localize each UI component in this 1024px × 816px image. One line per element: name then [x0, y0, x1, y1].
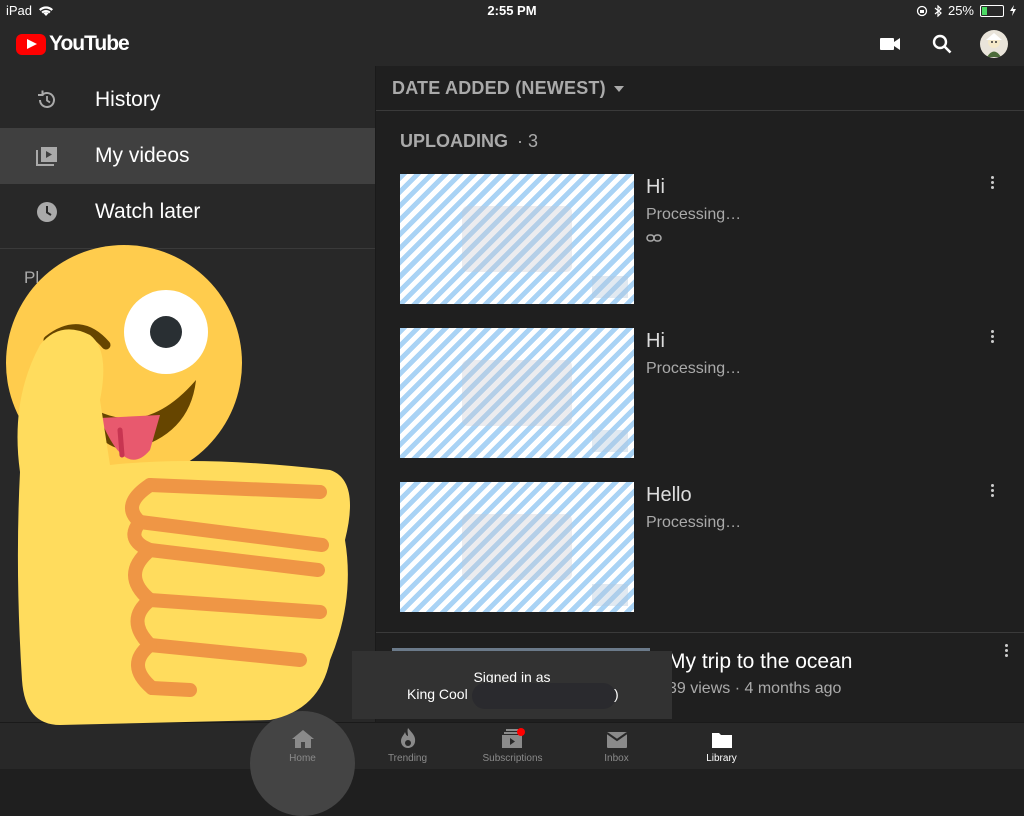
sidebar-item-watch-later[interactable]: Watch later	[0, 184, 375, 240]
sort-label: DATE ADDED (NEWEST)	[392, 78, 606, 98]
search-button[interactable]	[926, 28, 958, 60]
app-bar: YouTube	[0, 22, 1024, 66]
caret-down-icon	[613, 86, 624, 93]
my-videos-icon	[0, 146, 95, 166]
thumbs-up-emoji-sticker	[6, 245, 350, 725]
toast-paren-close: )	[614, 686, 619, 702]
toast-account-name: King Cool (	[407, 686, 477, 702]
video-meta: 39 views · 4 months ago	[668, 680, 842, 697]
tab-label: Subscriptions	[482, 753, 543, 764]
sidebar-item-history[interactable]: History	[0, 72, 375, 128]
video-status: Processing…	[646, 360, 742, 377]
tab-label: Home	[289, 753, 316, 764]
tab-trending[interactable]: Trending	[355, 723, 460, 769]
video-thumbnail[interactable]	[400, 328, 634, 458]
video-status: Processing…	[646, 514, 742, 531]
tab-label: Library	[706, 753, 737, 764]
account-button[interactable]	[978, 28, 1010, 60]
upload-video-button[interactable]	[874, 28, 906, 60]
charging-icon	[1010, 5, 1016, 16]
more-options-icon[interactable]	[984, 484, 1000, 504]
tab-inbox[interactable]: Inbox	[564, 723, 669, 769]
sidebar-item-my-videos[interactable]: My videos	[0, 128, 375, 184]
uploading-count: · 3	[517, 131, 539, 151]
sidebar-item-label: My videos	[95, 144, 190, 167]
library-icon	[711, 733, 732, 748]
search-icon	[932, 34, 952, 54]
section-divider	[376, 632, 1024, 633]
video-title: Hi	[646, 176, 665, 198]
tab-label: Trending	[387, 753, 428, 764]
tab-subscriptions[interactable]: Subscriptions	[460, 723, 565, 769]
video-camera-icon	[880, 38, 900, 50]
signed-in-toast: Signed in as King Cool ( )	[352, 651, 672, 719]
video-title[interactable]: My trip to the ocean	[668, 650, 852, 674]
sidebar-item-label: Watch later	[95, 200, 201, 223]
video-item[interactable]: Hello Processing…	[400, 482, 1010, 612]
video-item[interactable]: Hi Processing…	[400, 174, 1010, 304]
more-options-icon[interactable]	[984, 176, 1000, 196]
battery-percent: 25%	[947, 3, 974, 18]
sidebar-item-label: History	[95, 88, 161, 111]
video-thumbnail[interactable]	[400, 174, 634, 304]
lock-rotation-icon	[916, 5, 928, 16]
status-bar: iPad 2:55 PM 25%	[0, 0, 1024, 22]
more-options-icon[interactable]	[998, 644, 1014, 664]
redacted-email	[472, 683, 616, 709]
video-item[interactable]: Hi Processing…	[400, 328, 1010, 458]
history-icon	[0, 89, 95, 111]
uploading-label: UPLOADING	[400, 131, 508, 151]
uploading-heading: UPLOADING · 3	[400, 131, 538, 152]
battery-icon	[980, 4, 1004, 17]
subscriptions-icon	[501, 728, 525, 748]
video-title: Hello	[646, 484, 692, 506]
play-logo-icon	[16, 33, 46, 55]
bluetooth-icon	[934, 4, 942, 17]
clock-icon	[0, 201, 95, 223]
avatar-character-icon	[986, 33, 1002, 57]
logo-text: YouTube	[49, 32, 130, 55]
tab-label: Inbox	[604, 753, 629, 764]
status-time: 2:55 PM	[487, 3, 537, 18]
video-status: Processing…	[646, 206, 742, 223]
video-title: Hi	[646, 330, 665, 352]
trending-icon	[400, 728, 415, 748]
link-icon	[646, 230, 662, 248]
avatar	[980, 30, 1008, 58]
tab-library[interactable]: Library	[669, 723, 774, 769]
sort-dropdown[interactable]: DATE ADDED (NEWEST)	[392, 78, 624, 99]
inbox-icon	[605, 732, 628, 748]
home-icon	[291, 730, 314, 748]
more-options-icon[interactable]	[984, 330, 1000, 350]
video-thumbnail[interactable]	[400, 482, 634, 612]
youtube-logo[interactable]: YouTube	[16, 32, 130, 56]
sort-bar: DATE ADDED (NEWEST)	[376, 66, 1024, 111]
